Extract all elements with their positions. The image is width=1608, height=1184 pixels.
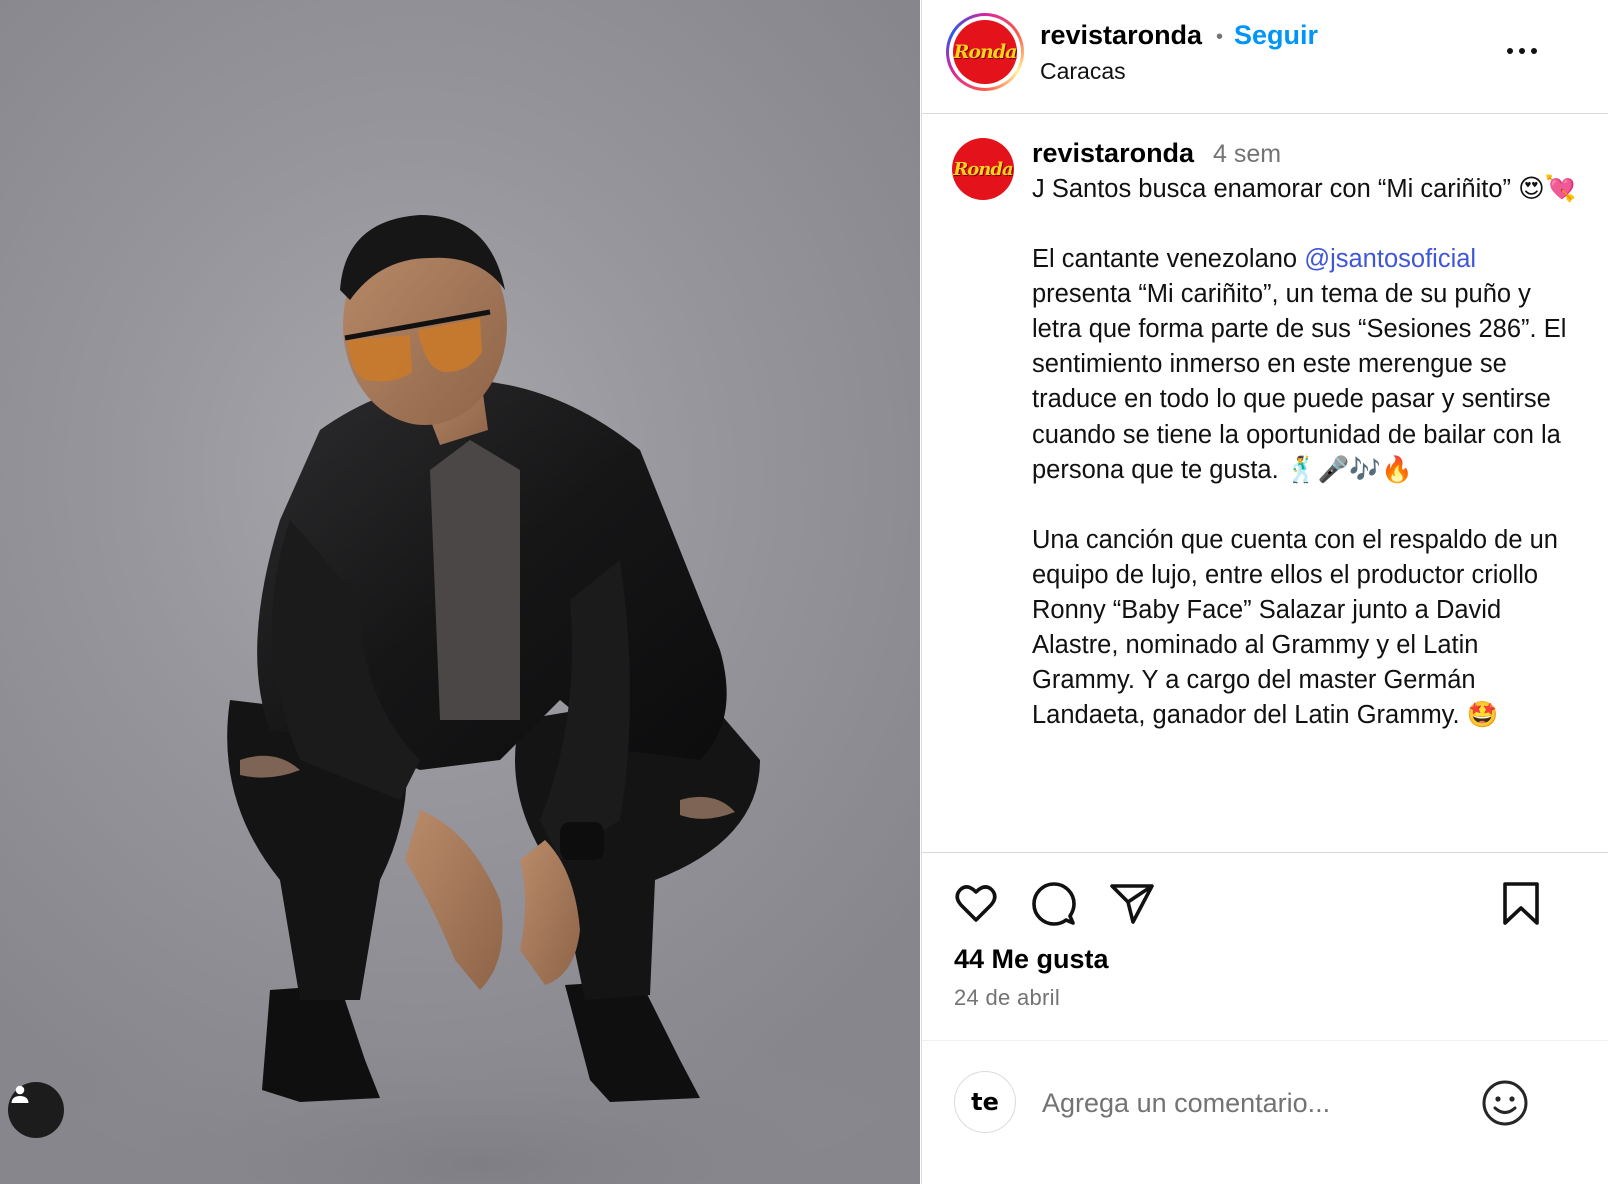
comment-icon (1032, 882, 1076, 926)
header-username[interactable]: revistaronda (1040, 20, 1202, 51)
caption-paragraph-3: Una canción que cuenta con el respaldo d… (1032, 525, 1558, 730)
comment-button[interactable] (1030, 880, 1078, 928)
divider (922, 1040, 1608, 1041)
commenter-avatar-text: te (971, 1088, 999, 1116)
bookmark-icon (1503, 882, 1539, 925)
likes-count[interactable]: 44 Me gusta (954, 944, 1109, 975)
save-button[interactable] (1497, 880, 1545, 928)
caption-username[interactable]: revistaronda (1032, 138, 1194, 169)
post-photo[interactable] (0, 0, 920, 1184)
like-button[interactable] (952, 880, 1000, 928)
post-header: Ronda revistaronda • Seguir Caracas (922, 0, 1608, 114)
caption-text: J Santos busca enamorar con “Mi cariñito… (1032, 172, 1577, 733)
ronda-logo-small: Ronda (952, 138, 1014, 200)
post-details-panel: Ronda revistaronda • Seguir Caracas Rond… (921, 0, 1608, 1184)
comments-area: Ronda revistaronda 4 sem J Santos busca … (922, 114, 1608, 852)
emoji-icon (1482, 1080, 1528, 1126)
divider (922, 852, 1608, 853)
separator-dot: • (1216, 26, 1224, 48)
ronda-logo: Ronda (953, 20, 1017, 84)
post-date[interactable]: 24 de abril (954, 985, 1060, 1011)
emoji-button[interactable] (1480, 1078, 1530, 1128)
location-link[interactable]: Caracas (1040, 58, 1126, 85)
story-avatar[interactable]: Ronda (946, 13, 1024, 91)
caption-text-segment: presenta “Mi cariñito”, un tema de su pu… (1032, 280, 1567, 484)
caption-text-segment: El cantante venezolano (1032, 245, 1305, 274)
caption-avatar[interactable]: Ronda (952, 138, 1014, 200)
more-options-icon[interactable] (1502, 38, 1542, 64)
post-time-ago[interactable]: 4 sem (1213, 140, 1281, 169)
action-bar (952, 880, 1572, 930)
share-icon (1110, 884, 1154, 924)
comment-input[interactable] (1040, 1080, 1464, 1126)
heart-icon (955, 885, 997, 922)
caption-paragraph-2: El cantante venezolano @jsantosoficial p… (1032, 242, 1577, 488)
mention-link[interactable]: @jsantosoficial (1304, 245, 1476, 273)
commenter-avatar: te (954, 1071, 1016, 1133)
photo-illustration (60, 215, 900, 1184)
user-tag-icon (11, 1085, 29, 1103)
follow-button[interactable]: Seguir (1234, 20, 1318, 51)
share-button[interactable] (1108, 880, 1156, 928)
caption-paragraph-1: J Santos busca enamorar con “Mi cariñito… (1032, 175, 1577, 203)
user-tag-button[interactable] (8, 1082, 64, 1138)
